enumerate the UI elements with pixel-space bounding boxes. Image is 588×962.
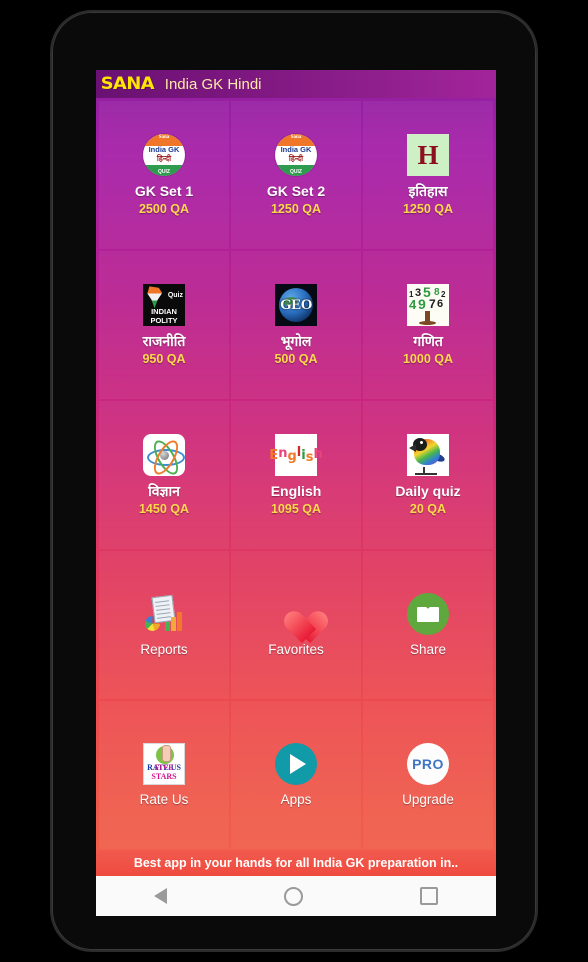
- home-circle-icon[interactable]: [283, 886, 303, 906]
- atom-icon: [142, 433, 186, 477]
- reports-chart-icon: [142, 592, 186, 636]
- polity-quiz-text: Quiz: [167, 292, 183, 300]
- badge-line2-text: हिन्दी: [156, 154, 172, 164]
- tile-upgrade[interactable]: PRO Upgrade: [363, 701, 493, 849]
- tile-label: Favorites: [268, 642, 324, 658]
- grid-row: Quiz INDIAN POLITY राजनीति 950 QA GEO भू…: [98, 250, 494, 400]
- tile-label: GK Set 2: [266, 183, 326, 200]
- tile-favorites[interactable]: Favorites: [231, 551, 361, 699]
- tile-count: 2500 QA: [138, 201, 190, 216]
- tile-bhugol[interactable]: GEO भूगोल 500 QA: [231, 251, 361, 399]
- tile-count: 1095 QA: [270, 501, 322, 516]
- india-gk-hindi-quiz-badge-icon: Sana India GK हिन्दी QUIZ: [142, 133, 186, 177]
- badge-quiz-text: QUIZ: [290, 168, 302, 175]
- tile-count: 20 QA: [409, 501, 447, 516]
- math-number: 9: [418, 296, 426, 313]
- tablet-device-frame: SANA India GK Hindi Sana India GK हिन्दी: [50, 10, 538, 952]
- numbers-tree-icon: 135824976: [406, 283, 450, 327]
- tile-ganit[interactable]: 135824976 गणित 1000 QA: [363, 251, 493, 399]
- grid-row: विज्ञान 1450 QA English English 1095 QA: [98, 400, 494, 550]
- tile-count: 1450 QA: [138, 501, 190, 516]
- geo-text: GEO: [280, 296, 312, 313]
- indian-polity-quiz-icon: Quiz INDIAN POLITY: [142, 283, 186, 327]
- history-h-icon: H: [406, 133, 450, 177]
- history-letter-text: H: [417, 139, 439, 170]
- tile-gk-set-1[interactable]: Sana India GK हिन्दी QUIZ GK Set 1 2500 …: [99, 101, 229, 249]
- pro-text: PRO: [412, 756, 444, 773]
- menu-grid: Sana India GK हिन्दी QUIZ GK Set 1 2500 …: [96, 98, 496, 850]
- envelope-icon: [406, 592, 450, 636]
- polity-name-text: INDIAN POLITY: [150, 307, 178, 325]
- tile-apps[interactable]: Apps: [231, 701, 361, 849]
- tile-count: 1000 QA: [402, 351, 454, 366]
- badge-line1-text: India GK: [148, 145, 180, 155]
- tile-label: English: [270, 483, 322, 500]
- tile-count: 1250 QA: [270, 201, 322, 216]
- math-number: 4: [409, 297, 417, 313]
- grid-row: Sana India GK हिन्दी QUIZ GK Set 1 2500 …: [98, 100, 494, 250]
- promo-banner[interactable]: Best app in your hands for all India GK …: [96, 850, 496, 876]
- app-bar: SANA India GK Hindi: [96, 70, 496, 98]
- badge-sana-text: Sana: [158, 135, 170, 141]
- tile-label: Upgrade: [402, 792, 454, 808]
- tile-gk-set-2[interactable]: Sana India GK हिन्दी QUIZ GK Set 2 1250 …: [231, 101, 361, 249]
- english-letter: g: [287, 448, 297, 464]
- tile-rajniti[interactable]: Quiz INDIAN POLITY राजनीति 950 QA: [99, 251, 229, 399]
- tile-share[interactable]: Share: [363, 551, 493, 699]
- english-letter: s: [305, 449, 314, 465]
- tile-count: 950 QA: [142, 351, 186, 366]
- tile-daily-quiz[interactable]: Daily quiz 20 QA: [363, 401, 493, 549]
- tile-label: Share: [409, 642, 447, 658]
- tile-vigyan[interactable]: विज्ञान 1450 QA: [99, 401, 229, 549]
- tile-label: Rate Us: [139, 792, 189, 808]
- rate-line2-text: FIVE STARS: [151, 763, 177, 782]
- app-root: SANA India GK Hindi Sana India GK हिन्दी: [96, 70, 496, 876]
- tile-label: Apps: [280, 792, 312, 808]
- tile-itihas[interactable]: H इतिहास 1250 QA: [363, 101, 493, 249]
- geo-globe-icon: GEO: [274, 283, 318, 327]
- back-triangle-icon[interactable]: [154, 888, 168, 904]
- play-store-icon: [274, 742, 318, 786]
- badge-sana-text: Sana: [290, 135, 302, 141]
- india-gk-hindi-quiz-badge-icon: Sana India GK हिन्दी QUIZ: [274, 133, 318, 177]
- sana-logo: SANA: [100, 74, 155, 94]
- math-number: 6: [437, 298, 444, 311]
- english-letter: n: [278, 445, 288, 461]
- rate-us-five-stars-icon: RATE US FIVE STARS: [142, 742, 186, 786]
- tile-english[interactable]: English English 1095 QA: [231, 401, 361, 549]
- badge-line2-text: हिन्दी: [288, 154, 304, 164]
- tile-count: 1250 QA: [402, 201, 454, 216]
- parrot-icon: [406, 433, 450, 477]
- english-letter: E: [269, 447, 279, 463]
- app-title: India GK Hindi: [164, 75, 262, 93]
- grid-row: RATE US FIVE STARS Rate Us Apps PRO Upgr…: [98, 700, 494, 850]
- tile-label: राजनीति: [142, 333, 186, 350]
- tile-rate-us[interactable]: RATE US FIVE STARS Rate Us: [99, 701, 229, 849]
- tile-label: Daily quiz: [395, 483, 461, 500]
- badge-quiz-text: QUIZ: [158, 168, 170, 175]
- badge-line1-text: India GK: [280, 145, 312, 155]
- tile-label: गणित: [413, 333, 443, 350]
- tile-label: विज्ञान: [148, 483, 180, 500]
- tile-label: GK Set 1: [134, 183, 194, 200]
- heart-icon: [274, 592, 318, 636]
- english-letter: h: [313, 446, 323, 462]
- tile-count: 500 QA: [274, 351, 318, 366]
- tile-label: इतिहास: [408, 183, 448, 200]
- math-number: 7: [429, 297, 436, 312]
- english-letters-icon: English: [269, 433, 323, 477]
- tile-label: Reports: [140, 642, 188, 658]
- grid-row: Reports Favorites Share: [98, 550, 494, 700]
- device-screen: SANA India GK Hindi Sana India GK हिन्दी: [96, 70, 496, 916]
- tile-label: भूगोल: [280, 333, 312, 350]
- tile-reports[interactable]: Reports: [99, 551, 229, 699]
- recents-square-icon[interactable]: [419, 887, 438, 905]
- pro-badge-icon: PRO: [406, 742, 450, 786]
- android-nav-bar: [96, 876, 496, 916]
